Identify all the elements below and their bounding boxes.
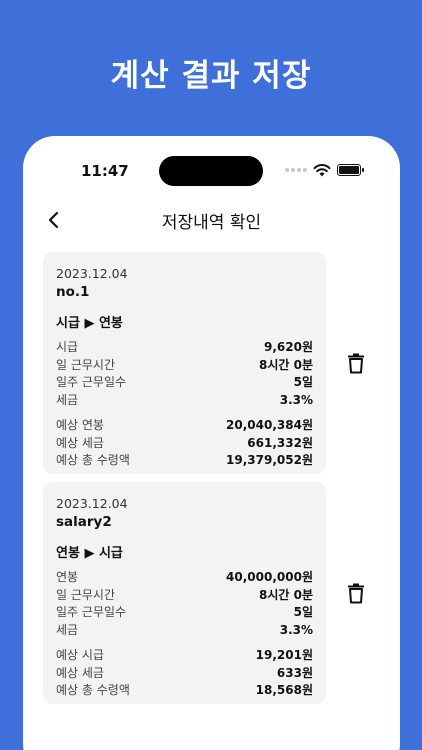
result-label: 예상 시급 xyxy=(56,648,104,662)
status-icons xyxy=(285,162,364,178)
detail-row: 일 근무시간 8시간 0분 xyxy=(56,357,313,375)
record-date: 2023.12.04 xyxy=(56,266,128,281)
result-value: 20,040,384원 xyxy=(226,418,313,432)
detail-value: 40,000,000원 xyxy=(226,570,313,584)
trash-icon xyxy=(348,583,364,604)
detail-row: 일주 근무일수 5일 xyxy=(56,374,313,392)
input-values: 시급 9,620원 일 근무시간 8시간 0분 일주 근무일수 5일 세금 3.3% xyxy=(56,339,313,409)
detail-label: 시급 xyxy=(56,340,79,354)
signal-icon xyxy=(285,168,307,172)
record-name: no.1 xyxy=(56,284,90,300)
input-values: 연봉 40,000,000원 일 근무시간 8시간 0분 일주 근무일수 5일 세금 3… xyxy=(56,569,313,639)
wifi-icon xyxy=(313,164,331,177)
record-name: salary2 xyxy=(56,514,112,530)
result-label: 예상 연봉 xyxy=(56,418,104,432)
result-value: 18,568원 xyxy=(255,683,313,697)
result-value: 661,332원 xyxy=(247,435,313,450)
saved-record-card[interactable]: 2023.12.04 no.1 시급 ▶ 연봉 시급 9,620원 일 근무시간 8… xyxy=(43,252,326,474)
result-values: 예상 연봉 20,040,384원 예상 세금 661,332원 예상 총 수령액 1… xyxy=(56,417,313,470)
detail-label: 일주 근무일수 xyxy=(56,605,127,619)
delete-record-button[interactable] xyxy=(342,578,370,608)
result-value: 633원 xyxy=(276,665,313,680)
result-row: 예상 세금 661,332원 xyxy=(56,435,313,453)
result-value: 19,201원 xyxy=(255,648,313,662)
detail-value: 8시간 0분 xyxy=(259,587,313,602)
trash-icon xyxy=(348,353,364,374)
result-values: 예상 시급 19,201원 예상 세금 633원 예상 총 수령액 18,568원 xyxy=(56,647,313,700)
detail-row: 세금 3.3% xyxy=(56,392,313,410)
detail-row: 일 근무시간 8시간 0분 xyxy=(56,587,313,605)
detail-label: 일 근무시간 xyxy=(56,357,116,372)
result-row: 예상 연봉 20,040,384원 xyxy=(56,417,313,435)
detail-value: 3.3% xyxy=(279,622,313,637)
detail-row: 세금 3.3% xyxy=(56,622,313,640)
detail-label: 세금 xyxy=(56,622,79,637)
record-date: 2023.12.04 xyxy=(56,496,128,511)
result-label: 예상 총 수령액 xyxy=(56,453,130,467)
result-row: 예상 시급 19,201원 xyxy=(56,647,313,665)
delete-record-button[interactable] xyxy=(342,348,370,378)
status-time: 11:47 xyxy=(81,162,129,180)
dynamic-island xyxy=(159,156,263,186)
result-value: 19,379,052원 xyxy=(226,453,313,467)
detail-label: 세금 xyxy=(56,392,79,407)
marketing-headline: 계산 결과 저장 xyxy=(110,58,312,94)
detail-label: 연봉 xyxy=(56,570,79,584)
detail-value: 5일 xyxy=(293,375,313,389)
saved-record-card[interactable]: 2023.12.04 salary2 연봉 ▶ 시급 연봉 40,000,000원… xyxy=(43,482,326,704)
result-row: 예상 총 수령액 19,379,052원 xyxy=(56,452,313,470)
status-bar: 11:47 xyxy=(23,136,400,196)
page-title: 저장내역 확인 xyxy=(161,213,262,233)
detail-row: 연봉 40,000,000원 xyxy=(56,569,313,587)
detail-row: 시급 9,620원 xyxy=(56,339,313,357)
result-row: 예상 세금 633원 xyxy=(56,665,313,683)
detail-row: 일주 근무일수 5일 xyxy=(56,604,313,622)
result-label: 예상 총 수령액 xyxy=(56,683,130,697)
detail-value: 8시간 0분 xyxy=(259,357,313,372)
result-label: 예상 세금 xyxy=(56,435,104,450)
detail-label: 일주 근무일수 xyxy=(56,375,127,389)
navigation-bar: 저장내역 확인 xyxy=(23,200,400,240)
result-label: 예상 세금 xyxy=(56,665,104,680)
phone-screen: 11:47 저장내역 확인 2023.12.04 no.1 시급 ▶ 연봉 시급… xyxy=(23,136,400,750)
battery-icon xyxy=(337,164,364,176)
detail-label: 일 근무시간 xyxy=(56,587,116,602)
detail-value: 9,620원 xyxy=(264,340,313,354)
conversion-type: 연봉 ▶ 시급 xyxy=(56,546,123,561)
detail-value: 3.3% xyxy=(279,392,313,407)
conversion-type: 시급 ▶ 연봉 xyxy=(56,316,123,331)
result-row: 예상 총 수령액 18,568원 xyxy=(56,682,313,700)
detail-value: 5일 xyxy=(293,605,313,619)
